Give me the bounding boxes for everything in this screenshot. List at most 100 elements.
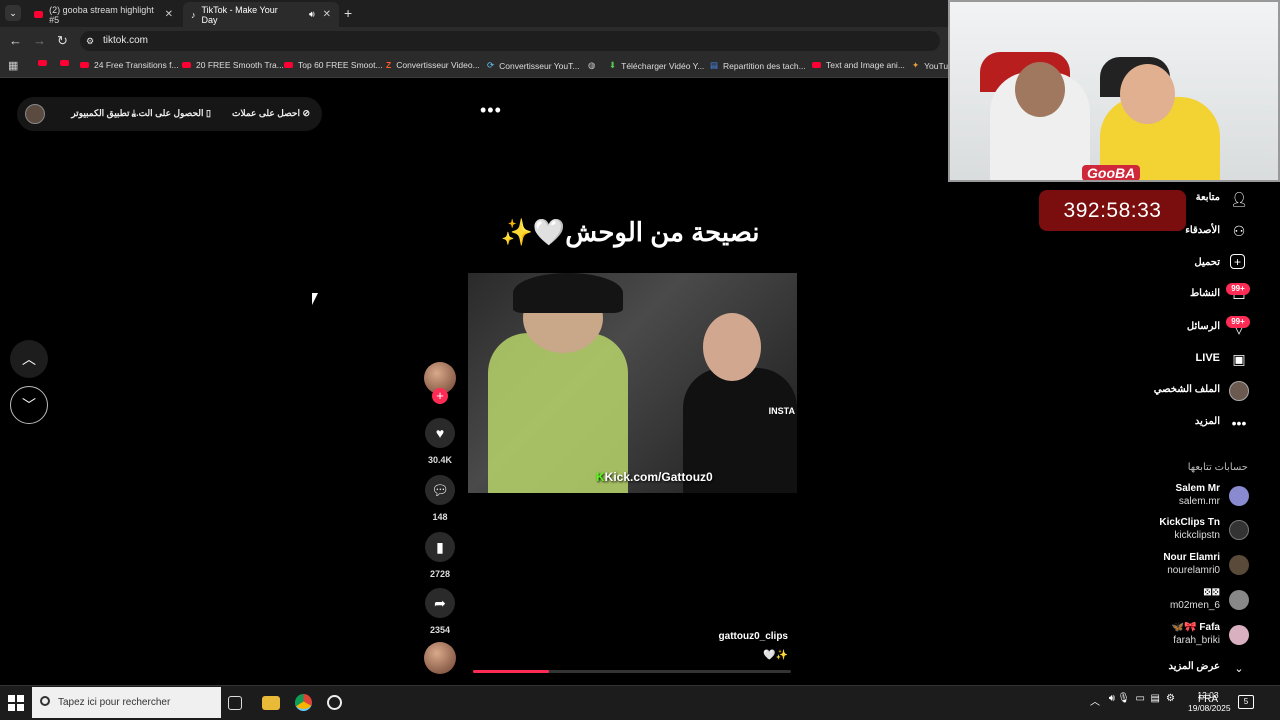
tab-tiktok[interactable]: ♪ TikTok - Make Your Day 🔊︎ ✕ <box>183 2 339 27</box>
chrome-icon[interactable] <box>295 694 312 711</box>
taskbar-search-input[interactable]: Tapez ici pour rechercher <box>32 687 221 718</box>
sidebar-item-live[interactable]: LIVE <box>1196 352 1220 364</box>
mic-icon[interactable]: 🎙︎ <box>1117 693 1130 704</box>
share-button[interactable]: ➦ <box>425 588 455 618</box>
app-icon[interactable] <box>327 695 342 710</box>
bookmark-item[interactable]: ⬇ Télécharger Vidéo Y... <box>609 60 704 71</box>
following-account-name[interactable]: Salem Mr <box>1176 483 1220 494</box>
webcam-overlay: GooBA <box>948 0 1280 182</box>
follow-icon[interactable]: 👤︎ <box>1230 190 1248 208</box>
sidebar-item-profile[interactable]: الملف الشخصي <box>1154 384 1220 395</box>
bookmark-item[interactable]: 24 Free Transitions f... <box>80 60 179 70</box>
see-more-link[interactable]: عرض المزيد <box>1150 661 1220 672</box>
sidebar-item-upload[interactable]: تحميل <box>1194 257 1220 268</box>
forward-icon[interactable]: → <box>33 33 46 48</box>
profile-avatar[interactable] <box>1229 381 1249 401</box>
video-author[interactable]: gattouz0_clips <box>700 631 788 642</box>
following-account-name[interactable]: 🦋🎀 Fafa <box>1172 622 1220 633</box>
more-icon[interactable]: ••• <box>1230 414 1248 432</box>
sparkle-icon: ✦ <box>912 60 920 70</box>
convert-icon: ⟳ <box>487 60 495 70</box>
sound-avatar[interactable] <box>424 642 456 674</box>
following-account-name[interactable]: ⊠⊠ <box>1203 587 1220 598</box>
task-view-icon[interactable] <box>228 696 242 710</box>
globe-icon: ◍ <box>588 60 596 70</box>
share-count: 2354 <box>429 625 451 635</box>
sidebar-item-activity[interactable]: النشاط <box>1190 288 1220 299</box>
url-field[interactable]: ⚙ tiktok.com <box>80 31 940 51</box>
video-overlay-text: INSTA <box>768 406 795 416</box>
taskbar-clock[interactable]: 12:03 19/08/2025 <box>1188 689 1231 715</box>
back-icon[interactable]: ← <box>9 33 22 48</box>
following-avatar[interactable] <box>1229 625 1249 645</box>
next-video-button[interactable]: ﹀ <box>10 386 48 424</box>
bookmark-item[interactable]: 20 FREE Smooth Tra... <box>182 60 284 70</box>
following-account-handle[interactable]: kickclipstn <box>1174 530 1220 541</box>
bookmark-item[interactable]: ⟳ Convertisseur YouT... <box>487 60 579 71</box>
comment-button[interactable]: 💬︎ <box>425 475 455 505</box>
avatar[interactable] <box>25 104 45 124</box>
chevron-up-icon[interactable]: ︿ <box>1090 693 1100 708</box>
phone-icon: ▯ <box>203 108 211 118</box>
tab-youtube[interactable]: (2) gooba stream highlight #5 ✕ <box>26 2 181 27</box>
url-text: tiktok.com <box>103 35 149 46</box>
following-avatar[interactable] <box>1229 486 1249 506</box>
tiktok-icon: ♪ <box>191 9 196 20</box>
get-app-link[interactable]: ▯ الحصول على الت... <box>131 108 211 119</box>
video-progress-bar[interactable] <box>473 670 791 673</box>
sidebar-item-more[interactable]: المزيد <box>1195 416 1220 427</box>
bookmark-item[interactable]: ▤ Repartition des tach... <box>710 60 806 71</box>
sidebar-item-following[interactable]: متابعة <box>1196 192 1220 203</box>
close-icon[interactable]: ✕ <box>323 9 331 20</box>
following-avatar[interactable] <box>1229 555 1249 575</box>
bookmark-item[interactable]: Text and Image ani... <box>812 60 905 70</box>
notifications-icon[interactable]: 5 <box>1238 695 1254 709</box>
bookmark-youtube-2[interactable] <box>60 60 74 66</box>
clock-date: 19/08/2025 <box>1188 703 1231 713</box>
like-button[interactable]: ♥ <box>425 418 455 448</box>
following-account-name[interactable]: Nour Elamri <box>1163 552 1220 563</box>
reload-icon[interactable]: ↻ <box>57 33 68 49</box>
following-account-handle[interactable]: m02men_6 <box>1170 600 1220 611</box>
sidebar-item-friends[interactable]: الأصدقاء <box>1185 225 1220 236</box>
network-icon[interactable]: ▭ <box>1136 693 1145 704</box>
video-player[interactable]: INSTA KKick.com/Gattouz0 <box>468 273 797 493</box>
bookmark-youtube-1[interactable] <box>38 60 52 66</box>
follow-plus-icon[interactable]: + <box>432 388 448 404</box>
webcam-figure <box>1015 62 1065 117</box>
bookmark-globe[interactable]: ◍ <box>588 60 595 71</box>
desktop-app-link[interactable]: ⤓ تطبيق الكمبيوتر <box>71 108 136 119</box>
bookmark-item[interactable]: Z Convertisseur Video... <box>386 60 480 70</box>
chevron-down-icon[interactable]: ⌄ <box>1230 659 1248 677</box>
windows-taskbar: Tapez ici pour rechercher ︿ 🔊︎ 🎙︎ ▭ ▤ ⚙ … <box>0 685 1280 720</box>
app-tray-icon[interactable]: ⚙ <box>1166 693 1175 704</box>
following-avatar[interactable] <box>1229 590 1249 610</box>
windows-start-icon[interactable] <box>8 695 24 711</box>
previous-video-button[interactable]: ︿ <box>10 340 48 378</box>
more-options-icon[interactable]: ••• <box>480 100 502 121</box>
bookmark-item[interactable]: Top 60 FREE Smoot... <box>284 60 383 70</box>
speaker-icon[interactable]: 🔊︎ <box>309 9 315 20</box>
following-account-handle[interactable]: nourelamri0 <box>1167 565 1220 576</box>
video-figure <box>488 333 628 493</box>
get-coins-link[interactable]: ⊘ احصل على عملات <box>232 108 310 119</box>
z-icon: Z <box>386 60 392 70</box>
tab-search-icon[interactable]: ⌄ <box>5 5 21 21</box>
battery-icon[interactable]: ▤ <box>1151 693 1160 704</box>
friends-icon[interactable]: ⚇ <box>1230 222 1248 240</box>
file-explorer-icon[interactable] <box>262 696 280 710</box>
close-icon[interactable]: ✕ <box>165 9 173 20</box>
site-info-icon[interactable]: ⚙ <box>86 31 94 51</box>
following-account-handle[interactable]: salem.mr <box>1179 496 1220 507</box>
following-avatar[interactable] <box>1229 520 1249 540</box>
following-account-name[interactable]: KickClips Tn <box>1159 517 1220 528</box>
upload-icon[interactable]: + <box>1230 254 1245 269</box>
video-title: نصيحة من الوحش🤍✨ <box>500 217 760 247</box>
sidebar-item-messages[interactable]: الرسائل <box>1187 321 1220 332</box>
following-account-handle[interactable]: farah_briki <box>1173 635 1220 646</box>
volume-icon[interactable]: 🔊︎ <box>1109 693 1115 704</box>
live-icon[interactable]: ▣ <box>1230 350 1248 368</box>
new-tab-button[interactable]: + <box>344 5 352 21</box>
save-button[interactable]: ▮ <box>425 532 455 562</box>
apps-icon[interactable]: ▦ <box>8 59 18 72</box>
